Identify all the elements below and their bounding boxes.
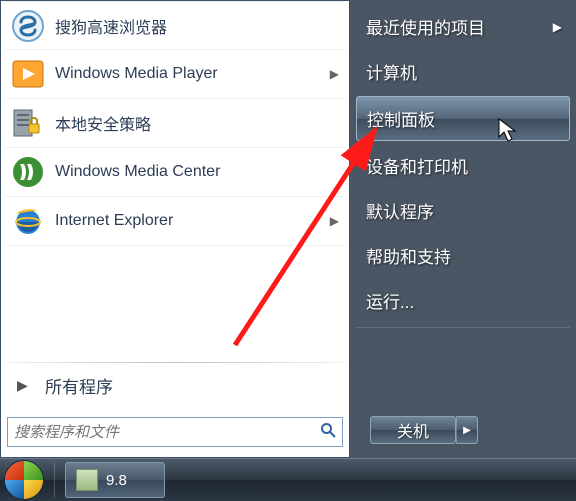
right-item-run[interactable]: 运行... xyxy=(356,278,570,323)
program-item-wmp[interactable]: Windows Media Player ▶ xyxy=(5,50,345,99)
shutdown-button[interactable]: 关机 xyxy=(370,416,456,444)
shutdown-options-button[interactable]: ▶ xyxy=(456,416,478,444)
right-item-label: 控制面板 xyxy=(367,106,435,131)
right-item-devices[interactable]: 设备和打印机 xyxy=(356,143,570,188)
taskbar-separator xyxy=(54,463,55,497)
program-label: 本地安全策略 xyxy=(55,111,339,135)
right-item-label: 设备和打印机 xyxy=(366,153,468,178)
search-box[interactable] xyxy=(7,417,343,447)
submenu-arrow-icon: ▶ xyxy=(553,20,562,34)
taskbar-item-label: 9.8 xyxy=(106,472,127,489)
start-menu-right-panel: 最近使用的项目 ▶ 计算机 控制面板 设备和打印机 默认程序 帮助和支持 运行.… xyxy=(350,0,576,458)
program-item-secpol[interactable]: 本地安全策略 xyxy=(5,99,345,148)
program-label: 搜狗高速浏览器 xyxy=(55,14,339,38)
sogou-icon xyxy=(11,9,45,43)
shutdown-label: 关机 xyxy=(397,418,429,442)
program-label: Internet Explorer xyxy=(55,212,330,230)
start-menu-left-panel: 搜狗高速浏览器 Windows Media Player ▶ xyxy=(0,0,350,458)
search-row xyxy=(5,407,345,453)
wmc-icon xyxy=(11,155,45,189)
submenu-arrow-icon: ▶ xyxy=(330,67,339,81)
taskbar-thumb-icon xyxy=(76,469,98,491)
program-label: Windows Media Player xyxy=(55,65,330,83)
wmp-icon xyxy=(11,57,45,91)
right-item-label: 计算机 xyxy=(366,59,417,84)
right-item-computer[interactable]: 计算机 xyxy=(356,49,570,94)
secpol-icon xyxy=(11,106,45,140)
start-button[interactable] xyxy=(4,460,44,500)
submenu-arrow-icon: ▶ xyxy=(330,214,339,228)
search-input[interactable] xyxy=(14,424,320,441)
search-icon[interactable] xyxy=(320,422,336,443)
shutdown-row: 关机 ▶ xyxy=(356,406,570,454)
program-item-wmc[interactable]: Windows Media Center xyxy=(5,148,345,197)
right-item-default-programs[interactable]: 默认程序 xyxy=(356,188,570,233)
taskbar-item[interactable]: 9.8 xyxy=(65,462,165,498)
ie-icon xyxy=(11,204,45,238)
program-item-ie[interactable]: Internet Explorer ▶ xyxy=(5,197,345,246)
right-item-label: 最近使用的项目 xyxy=(366,14,485,39)
right-item-recent[interactable]: 最近使用的项目 ▶ xyxy=(356,4,570,49)
divider xyxy=(356,327,570,328)
right-item-label: 帮助和支持 xyxy=(366,243,451,268)
arrow-right-icon: ▶ xyxy=(17,377,28,394)
taskbar: 9.8 xyxy=(0,458,576,501)
program-label: Windows Media Center xyxy=(55,163,339,181)
all-programs-button[interactable]: ▶ 所有程序 xyxy=(5,363,345,407)
right-item-label: 默认程序 xyxy=(366,198,434,223)
program-item-sogou[interactable]: 搜狗高速浏览器 xyxy=(5,1,345,50)
right-item-label: 运行... xyxy=(366,288,414,313)
start-menu: 搜狗高速浏览器 Windows Media Player ▶ xyxy=(0,0,576,458)
right-item-help[interactable]: 帮助和支持 xyxy=(356,233,570,278)
program-list: 搜狗高速浏览器 Windows Media Player ▶ xyxy=(5,1,345,356)
all-programs-label: 所有程序 xyxy=(45,373,113,398)
right-item-control-panel[interactable]: 控制面板 xyxy=(356,96,570,141)
